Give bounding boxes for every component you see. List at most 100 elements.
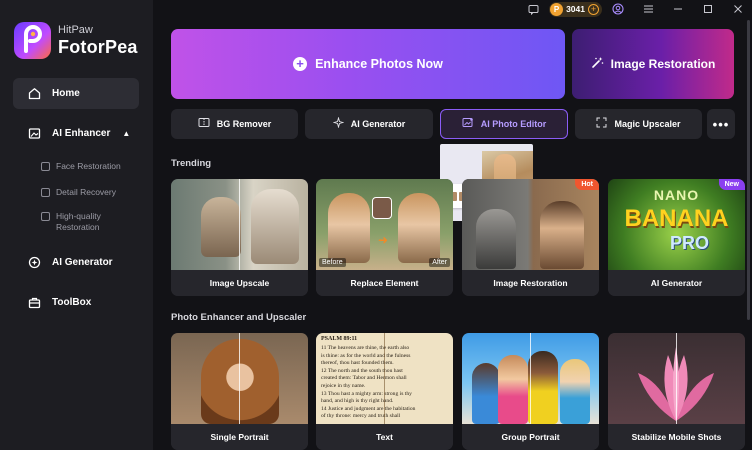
arrow-right-icon: ➜ <box>378 233 389 247</box>
after-tag: After <box>429 258 450 267</box>
coin-icon: P <box>550 2 564 16</box>
compare-divider <box>384 333 385 424</box>
card-stabilize-mobile-shots[interactable]: Stabilize Mobile Shots <box>608 333 745 450</box>
card-figure <box>398 193 440 263</box>
enhance-photos-label: Enhance Photos Now <box>315 57 443 71</box>
compare-divider <box>239 179 240 270</box>
app-logo: HitPaw FotorPea <box>14 22 138 59</box>
close-icon[interactable] <box>732 3 744 15</box>
doc-line: rejoice in thy name. <box>321 382 366 389</box>
brand-sub: HitPaw <box>58 23 93 36</box>
detail-icon <box>41 188 50 197</box>
card-image-restoration[interactable]: Hot Image Restoration <box>462 179 599 296</box>
scrollbar[interactable] <box>747 20 750 320</box>
fotorpea-logo-icon <box>14 22 51 59</box>
more-tools-button[interactable]: ••• <box>707 109 735 139</box>
ai-generator-icon <box>27 256 41 270</box>
card-figure <box>476 209 516 269</box>
doc-text: 11 The heavens are thine, the earth also… <box>321 345 451 421</box>
doc-line: 11 The heavens are thine, the earth also <box>321 345 410 351</box>
restore-icon <box>41 212 50 221</box>
card-image <box>462 333 599 424</box>
card-image <box>171 179 308 270</box>
minimize-icon[interactable] <box>672 3 684 15</box>
credits-badge[interactable]: P 3041 + <box>549 1 602 17</box>
photo-edit-icon <box>462 117 474 131</box>
card-figure <box>201 197 241 257</box>
compare-divider <box>530 333 531 424</box>
sidebar-item-ai-enhancer[interactable]: AI Enhancer ▲ <box>13 118 139 149</box>
card-figure <box>528 351 558 424</box>
magic-wand-icon <box>591 56 604 72</box>
image-restoration-button[interactable]: Image Restoration <box>572 29 734 99</box>
bg-remover-icon <box>198 117 210 131</box>
sidebar-item-label: AI Generator <box>52 257 113 268</box>
art-text-banana: BANANA <box>624 205 729 232</box>
sparkle-icon <box>332 116 345 131</box>
sidebar-subitem-high-quality-restoration[interactable]: High-quality Restoration <box>41 211 111 233</box>
card-label: AI Generator <box>608 270 745 296</box>
card-replace-element[interactable]: ➜ Before After Replace Element <box>316 179 453 296</box>
menu-icon[interactable] <box>642 3 654 15</box>
card-ai-generator[interactable]: NANO BANANA PRO New AI Generator <box>608 179 745 296</box>
bg-remover-button[interactable]: BG Remover <box>171 109 298 139</box>
bg-remover-label: BG Remover <box>216 119 272 129</box>
ai-generator-tool-button[interactable]: AI Generator <box>305 109 433 139</box>
toolbox-icon <box>27 296 41 310</box>
image-restoration-label: Image Restoration <box>610 57 716 71</box>
upscale-icon <box>596 117 607 131</box>
card-figure <box>540 201 584 269</box>
card-figure <box>560 359 590 424</box>
card-label: Stabilize Mobile Shots <box>608 424 745 450</box>
sidebar-item-ai-generator[interactable]: AI Generator <box>13 247 139 278</box>
doc-heading: PSALM 89:11 <box>321 336 358 342</box>
magic-upscaler-button[interactable]: Magic Upscaler <box>575 109 702 139</box>
account-icon[interactable] <box>612 3 624 15</box>
sidebar-item-toolbox[interactable]: ToolBox <box>13 287 139 318</box>
card-text[interactable]: PSALM 89:11 11 The heavens are thine, th… <box>316 333 453 450</box>
card-label: Image Upscale <box>171 270 308 296</box>
plus-icon: + <box>293 57 308 71</box>
new-badge: New <box>718 179 745 190</box>
replacement-thumb <box>372 197 392 219</box>
doc-line: hand, and high is thy right hand. <box>321 398 394 405</box>
sidebar: HitPaw FotorPea Home AI Enhancer ▲ Face … <box>0 0 153 450</box>
credits-count: 3041 <box>566 4 585 14</box>
card-image <box>462 179 599 270</box>
ai-photo-editor-label: AI Photo Editor <box>480 119 547 129</box>
compare-divider <box>239 333 240 424</box>
card-group-portrait[interactable]: Group Portrait <box>462 333 599 450</box>
card-image: PSALM 89:11 11 The heavens are thine, th… <box>316 333 453 424</box>
face-icon <box>41 162 50 171</box>
photo-enhancer-title: Photo Enhancer and Upscaler <box>171 312 307 323</box>
card-figure <box>472 363 500 424</box>
sidebar-subitem-detail-recovery[interactable]: Detail Recovery <box>41 187 116 198</box>
card-figure <box>201 339 279 424</box>
enhance-photos-button[interactable]: + Enhance Photos Now <box>171 29 565 99</box>
card-image: NANO BANANA PRO <box>608 179 745 270</box>
card-image: ➜ Before After <box>316 179 453 270</box>
feedback-icon[interactable] <box>527 3 539 15</box>
maximize-icon[interactable] <box>702 3 714 15</box>
card-label: Image Restoration <box>462 270 599 296</box>
sidebar-item-home[interactable]: Home <box>13 78 139 109</box>
sidebar-subitem-face-restoration[interactable]: Face Restoration <box>41 161 121 172</box>
sidebar-item-label: ToolBox <box>52 297 92 308</box>
card-image <box>608 333 745 424</box>
compare-divider <box>676 333 677 424</box>
sidebar-item-label: Home <box>52 88 80 99</box>
home-icon <box>27 87 41 101</box>
doc-line: 13 Thou hast a mighty arm: strong is thy <box>321 390 412 397</box>
enhancer-icon <box>27 127 41 141</box>
card-figure <box>328 193 370 263</box>
card-image-upscale[interactable]: Image Upscale <box>171 179 308 296</box>
card-label: Single Portrait <box>171 424 308 450</box>
before-tag: Before <box>319 258 346 267</box>
ai-generator-label: AI Generator <box>350 119 406 129</box>
card-single-portrait[interactable]: Single Portrait <box>171 333 308 450</box>
add-credits-icon[interactable]: + <box>588 3 599 15</box>
more-icon: ••• <box>712 116 730 132</box>
card-figure <box>251 189 299 264</box>
card-figure <box>498 355 528 424</box>
ai-photo-editor-button[interactable]: AI Photo Editor <box>440 109 568 139</box>
